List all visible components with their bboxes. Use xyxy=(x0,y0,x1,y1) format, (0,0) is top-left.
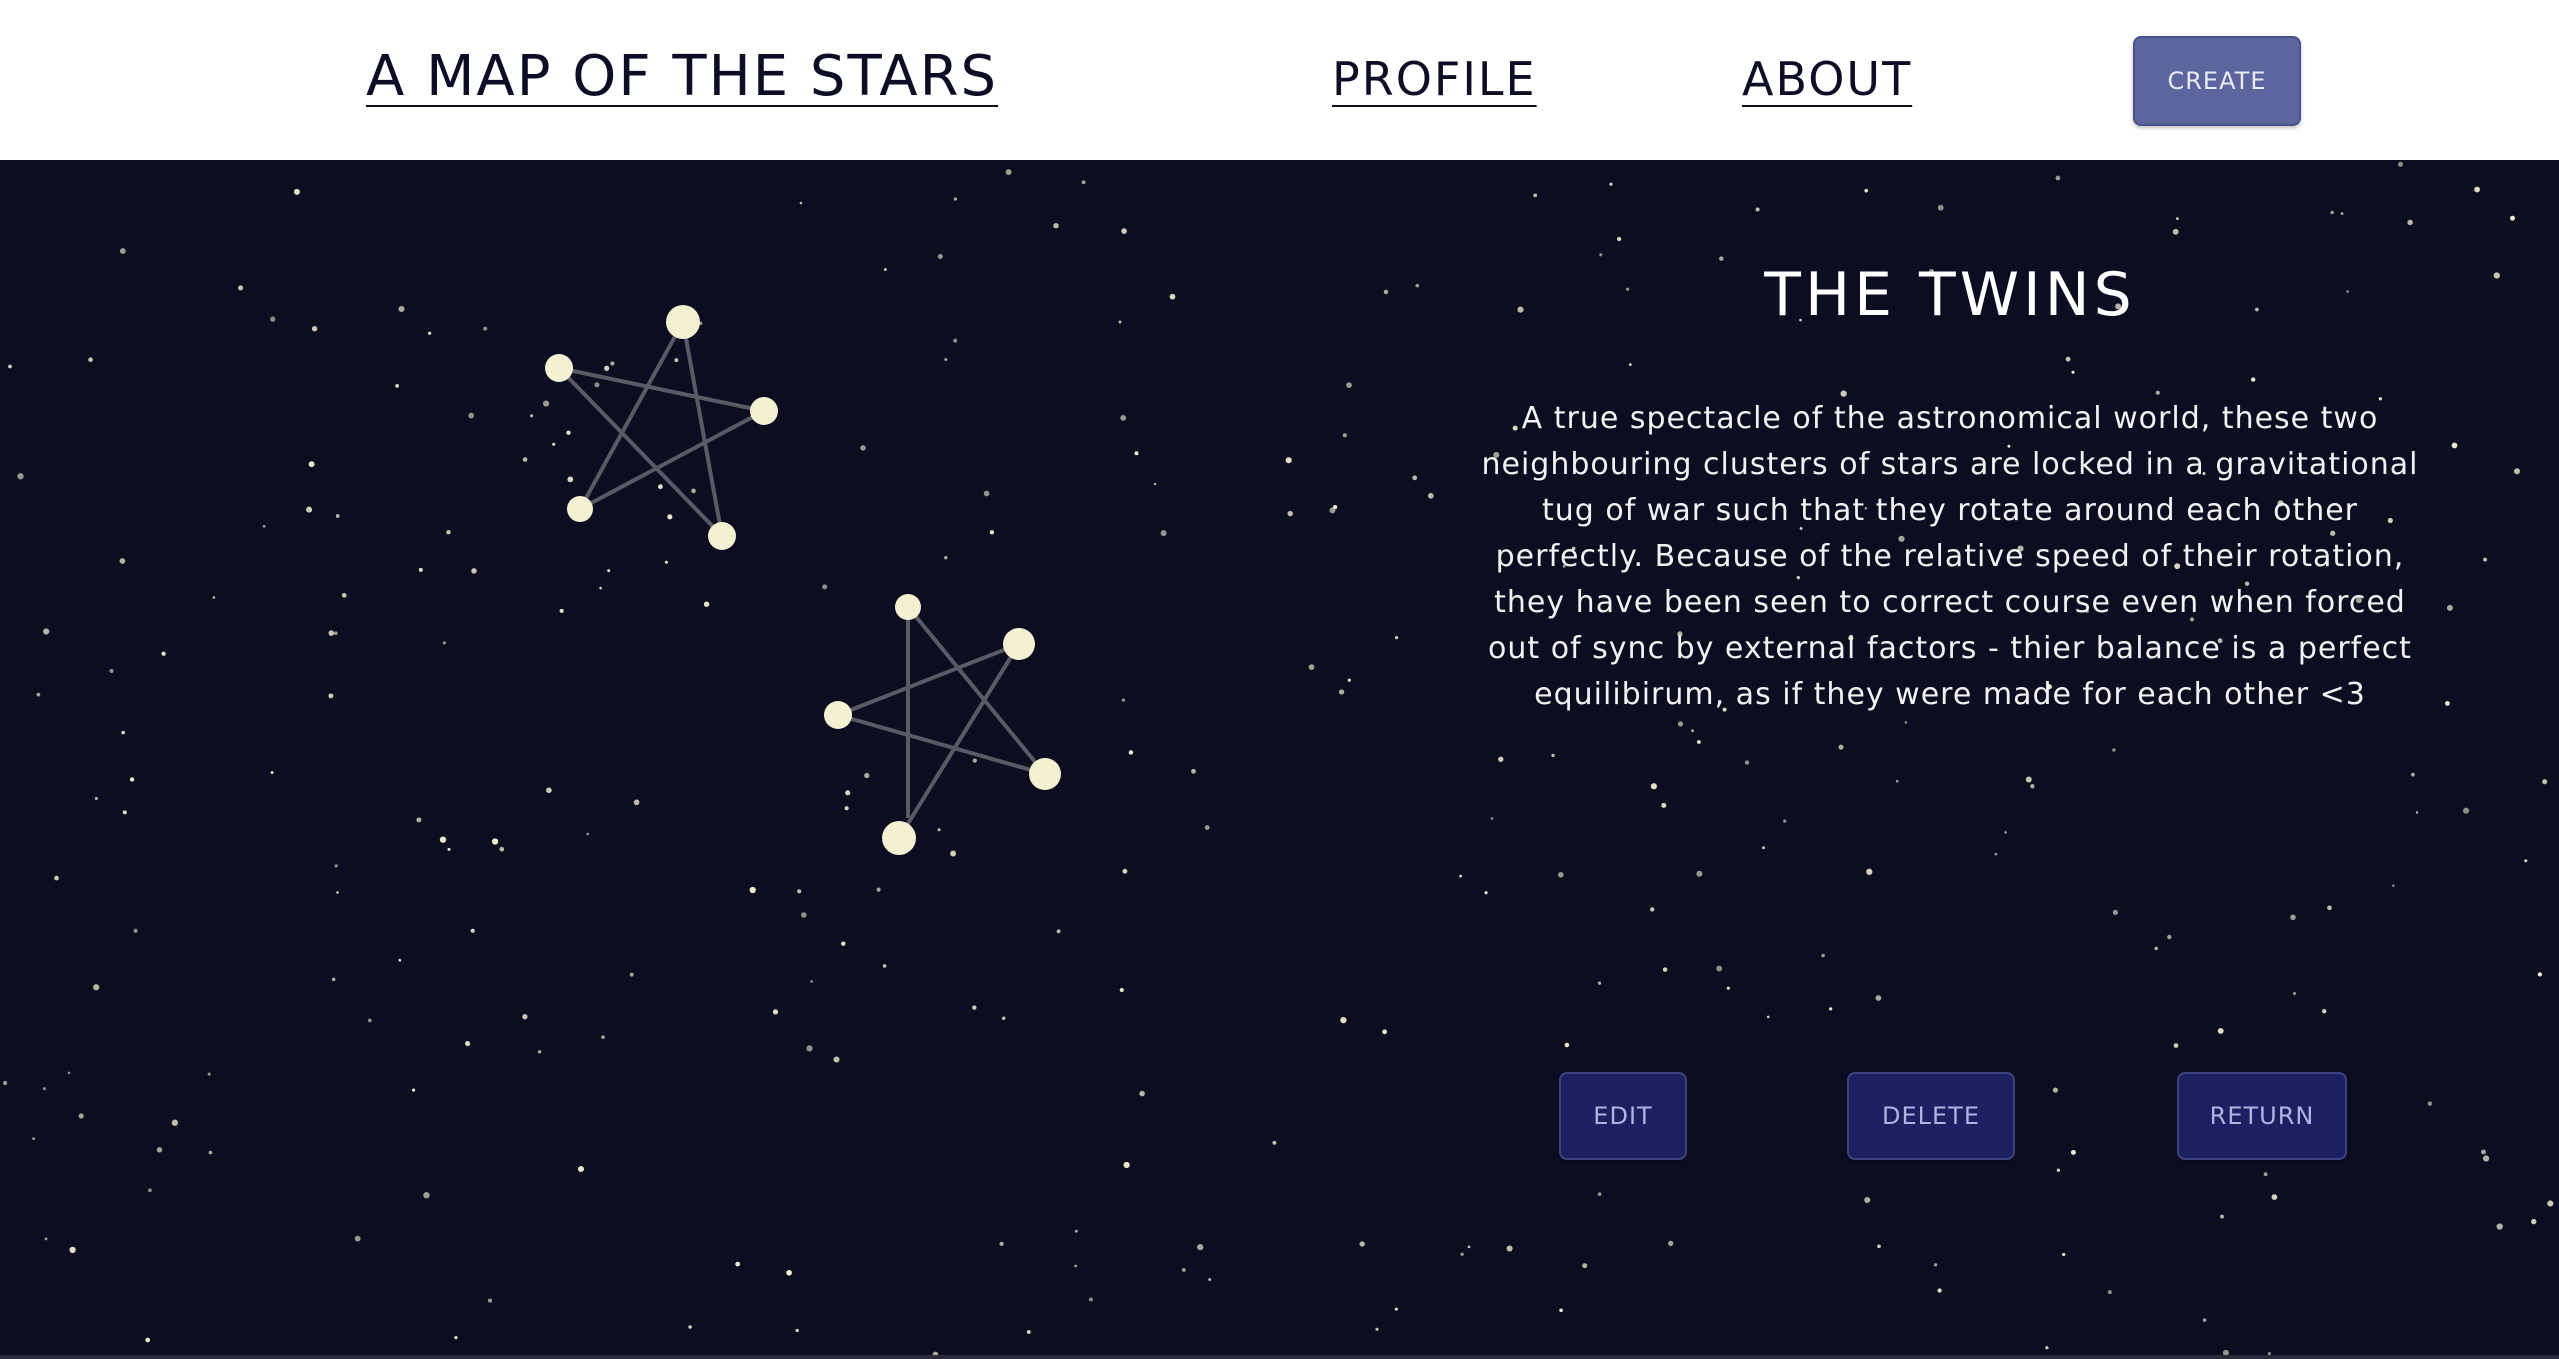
constellation-drawing xyxy=(545,305,1061,855)
nav-about-link[interactable]: ABOUT xyxy=(1742,52,1912,106)
site-title-link[interactable]: A MAP OF THE STARS xyxy=(366,44,998,109)
constellation-star[interactable] xyxy=(1029,758,1061,790)
nav-profile-link[interactable]: PROFILE xyxy=(1332,52,1537,106)
constellation-star[interactable] xyxy=(567,496,593,522)
constellation-star[interactable] xyxy=(1003,628,1035,660)
page-bottom-edge xyxy=(0,1355,2559,1359)
constellation-star[interactable] xyxy=(750,397,778,425)
top-nav-bar: A MAP OF THE STARS PROFILE ABOUT CREATE xyxy=(0,0,2559,160)
edit-button[interactable]: EDIT xyxy=(1559,1072,1687,1160)
constellation-star[interactable] xyxy=(895,594,921,620)
constellation-title: THE TWINS xyxy=(1764,260,2136,330)
star-map-canvas: THE TWINS A true spectacle of the astron… xyxy=(0,160,2559,1359)
constellation-line xyxy=(837,642,1020,717)
constellation-line xyxy=(837,713,1046,776)
create-button[interactable]: CREATE xyxy=(2133,36,2301,126)
constellation-star[interactable] xyxy=(545,354,573,382)
return-button[interactable]: RETURN xyxy=(2177,1072,2347,1160)
constellation-star[interactable] xyxy=(882,821,916,855)
constellation-description: A true spectacle of the astronomical wor… xyxy=(1481,401,2419,712)
constellation-star[interactable] xyxy=(708,522,736,550)
constellation-line xyxy=(558,366,765,413)
constellation-star[interactable] xyxy=(824,701,852,729)
constellation-line xyxy=(897,642,1021,840)
constellation-star[interactable] xyxy=(666,305,700,339)
delete-button[interactable]: DELETE xyxy=(1847,1072,2015,1160)
